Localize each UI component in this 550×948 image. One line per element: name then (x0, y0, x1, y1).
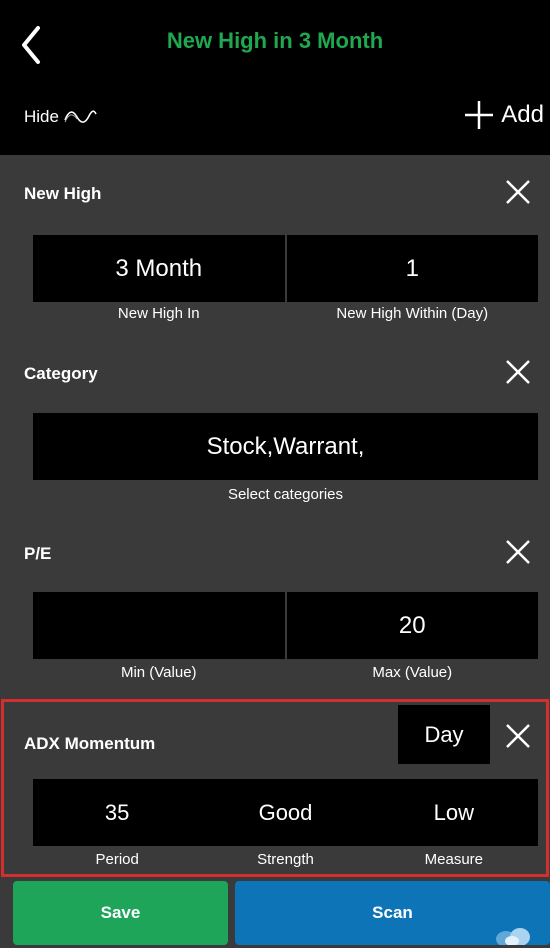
pe-fields: 20 (33, 592, 538, 659)
back-button[interactable] (14, 22, 50, 68)
new-high-fields: 3 Month 1 (33, 235, 538, 302)
field-caption: Min (Value) (120, 664, 197, 681)
close-icon (506, 360, 530, 384)
wave-icon (64, 110, 97, 123)
hand-pointer-icon (496, 928, 530, 945)
close-icon (506, 180, 530, 204)
back-arrow-icon (22, 26, 40, 64)
bottom-bar: Save Scan (0, 880, 550, 948)
hide-button[interactable]: Hide (24, 104, 97, 130)
field-caption: Strength (257, 851, 314, 868)
period-unit-select[interactable]: Day (398, 705, 490, 764)
close-icon (506, 540, 530, 564)
remove-category-button[interactable] (504, 358, 532, 386)
plus-icon (465, 101, 494, 129)
save-button[interactable]: Save (13, 881, 228, 945)
new-high-captions: New High In New High Within (Day) (33, 305, 538, 322)
category-captions: Select categories (33, 486, 538, 503)
page-title: New High in 3 Month (166, 28, 384, 53)
section-pe: P/E (0, 530, 550, 580)
remove-new-high-button[interactable] (504, 178, 532, 206)
adx-strength-field[interactable]: Good (201, 779, 369, 846)
adx-fields: 35 Good Low (33, 779, 538, 846)
section-title: New High (24, 184, 102, 203)
adx-captions: Period Strength Measure (33, 851, 538, 868)
add-label: Add (501, 101, 544, 128)
close-icon (506, 724, 530, 748)
new-high-in-field[interactable]: 3 Month (33, 235, 285, 302)
top-bar: New High in 3 Month Hide Add (0, 0, 550, 155)
field-caption: New High In (117, 305, 200, 322)
pe-max-field[interactable]: 20 (286, 592, 538, 659)
section-title: ADX Momentum (24, 734, 156, 753)
new-high-within-field[interactable]: 1 (286, 235, 538, 302)
field-caption: Max (Value) (372, 664, 453, 681)
pe-captions: Min (Value) Max (Value) (33, 664, 538, 681)
category-select[interactable]: Stock,Warrant, (33, 413, 538, 480)
category-fields: Stock,Warrant, (33, 413, 538, 480)
scan-button[interactable]: Scan (235, 881, 550, 945)
section-new-high: New High (0, 170, 550, 220)
adx-measure-field[interactable]: Low (370, 779, 538, 846)
add-button[interactable]: Add (463, 96, 544, 134)
section-category: Category (0, 350, 550, 400)
remove-adx-button[interactable] (504, 722, 532, 750)
remove-pe-button[interactable] (504, 538, 532, 566)
pe-min-field[interactable] (33, 592, 285, 659)
hide-label: Hide (24, 107, 59, 126)
field-caption: Period (95, 851, 139, 868)
field-caption: New High Within (Day) (336, 305, 489, 322)
scan-label: Scan (372, 903, 413, 922)
adx-period-field[interactable]: 35 (33, 779, 201, 846)
section-title: P/E (24, 544, 52, 563)
field-caption: Measure (424, 851, 483, 868)
field-caption: Select categories (227, 486, 344, 503)
section-title: Category (24, 364, 98, 383)
